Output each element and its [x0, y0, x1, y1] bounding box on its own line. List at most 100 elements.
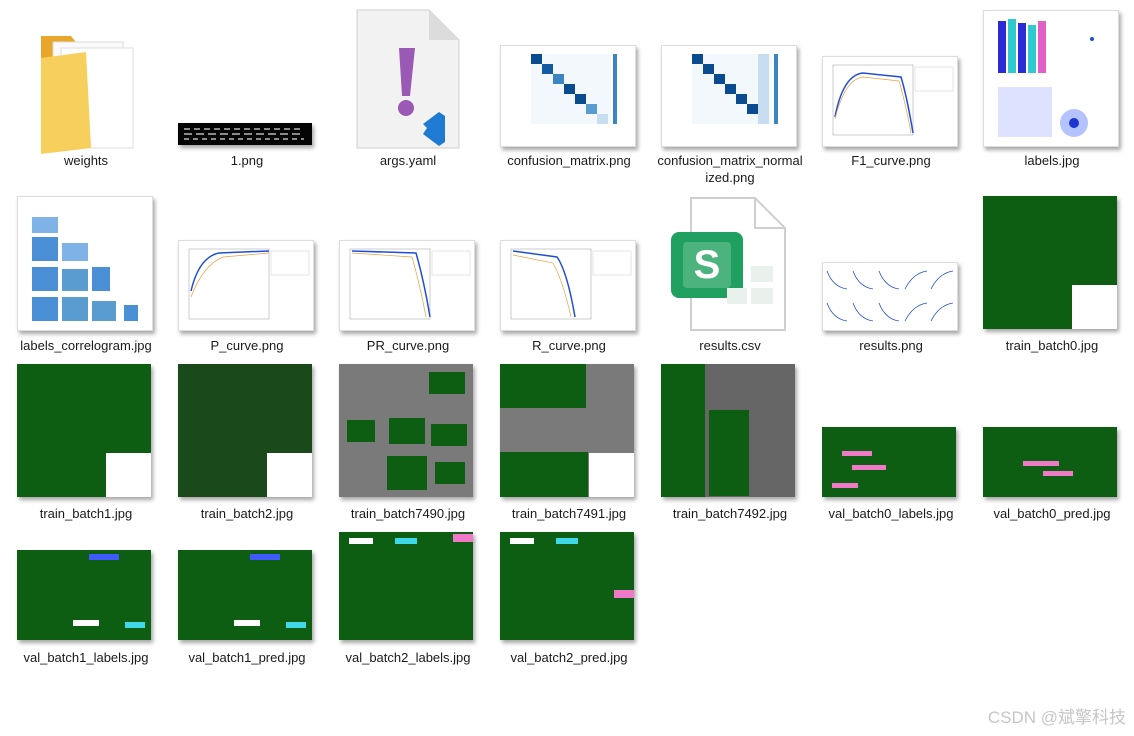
curve-preview: [510, 248, 632, 320]
file-label: weights: [63, 153, 109, 168]
image-thumbnail: [17, 196, 153, 331]
file-val-batch1-pred[interactable]: val_batch1_pred.jpg: [172, 528, 322, 693]
image-thumbnail: [983, 427, 1117, 497]
image-thumbnail: [17, 550, 151, 640]
label-box: [842, 451, 872, 456]
file-train-batch0[interactable]: train_batch0.jpg: [977, 192, 1127, 357]
file-r-curve[interactable]: R_curve.png: [494, 192, 644, 357]
image-thumbnail: [822, 427, 956, 497]
file-results-csv[interactable]: S results.csv: [655, 192, 805, 357]
pcb-tile: [709, 410, 749, 496]
file-val-batch2-pred[interactable]: val_batch2_pred.jpg: [494, 528, 644, 693]
file-pr-curve[interactable]: PR_curve.png: [333, 192, 483, 357]
label-box: [349, 538, 373, 544]
pcb-tile: [389, 418, 425, 444]
file-train-batch7492[interactable]: train_batch7492.jpg: [655, 360, 805, 525]
file-label: R_curve.png: [532, 338, 606, 353]
label-box: [125, 622, 145, 628]
pcb-tile: [544, 452, 588, 497]
file-label: args.yaml: [379, 153, 437, 168]
image-thumbnail: [822, 262, 958, 331]
pcb-tile: [429, 372, 465, 394]
file-f1-curve[interactable]: F1_curve.png: [816, 8, 966, 173]
file-label: P_curve.png: [210, 338, 284, 353]
image-thumbnail: [17, 364, 151, 497]
file-label: train_batch7490.jpg: [350, 506, 466, 521]
file-label-line1: confusion_matrix_normal: [657, 153, 803, 168]
white-corner-tile: [589, 453, 634, 497]
label-box: [89, 554, 119, 560]
spreadsheet-icon: S: [671, 197, 786, 331]
curve-preview: [832, 64, 954, 136]
image-thumbnail: [339, 240, 475, 331]
image-thumbnail: [339, 364, 473, 497]
image-thumbnail: [661, 364, 795, 497]
image-thumbnail: [983, 10, 1119, 147]
label-box: [614, 590, 634, 598]
file-val-batch2-labels[interactable]: val_batch2_labels.jpg: [333, 528, 483, 693]
white-corner-tile: [106, 453, 151, 497]
image-thumbnail: [178, 364, 312, 497]
white-corner-tile: [267, 453, 312, 497]
image-thumbnail: [339, 532, 473, 640]
file-train-batch7490[interactable]: train_batch7490.jpg: [333, 360, 483, 525]
file-val-batch1-labels[interactable]: val_batch1_labels.jpg: [11, 528, 161, 693]
file-labels-correlogram[interactable]: labels_correlogram.jpg: [11, 192, 161, 357]
file-label: val_batch1_labels.jpg: [23, 650, 149, 665]
file-label: val_batch1_pred.jpg: [188, 650, 306, 665]
label-box: [852, 465, 886, 470]
file-label: val_batch2_pred.jpg: [510, 650, 628, 665]
file-train-batch2[interactable]: train_batch2.jpg: [172, 360, 322, 525]
pcb-tile: [347, 420, 375, 442]
file-args-yaml[interactable]: args.yaml: [333, 8, 483, 173]
file-1-png[interactable]: 1.png: [172, 8, 322, 173]
label-box: [234, 620, 260, 626]
yaml-file-icon: [356, 9, 460, 149]
label-box: [1023, 461, 1059, 466]
file-label: val_batch2_labels.jpg: [345, 650, 471, 665]
file-labels-jpg[interactable]: labels.jpg: [977, 8, 1127, 173]
file-label: results.csv: [699, 338, 761, 353]
pcb-tile: [387, 456, 427, 490]
file-label: labels_correlogram.jpg: [20, 338, 152, 353]
label-box: [73, 620, 99, 626]
label-box: [286, 622, 306, 628]
file-label: val_batch0_pred.jpg: [993, 506, 1111, 521]
file-val-batch0-labels[interactable]: val_batch0_labels.jpg: [816, 360, 966, 525]
image-thumbnail: [661, 45, 797, 147]
file-label: train_batch7491.jpg: [511, 506, 627, 521]
file-train-batch7491[interactable]: train_batch7491.jpg: [494, 360, 644, 525]
file-confusion-matrix[interactable]: confusion_matrix.png: [494, 8, 644, 173]
file-p-curve[interactable]: P_curve.png: [172, 192, 322, 357]
file-confusion-matrix-normalized[interactable]: confusion_matrix_normal ized.png: [655, 8, 805, 185]
label-box: [453, 534, 473, 542]
labels-preview: [998, 19, 1094, 137]
file-label: train_batch1.jpg: [39, 506, 133, 521]
file-label: train_batch2.jpg: [200, 506, 294, 521]
label-box: [250, 554, 280, 560]
pcb-tile: [500, 452, 544, 497]
file-val-batch0-pred[interactable]: val_batch0_pred.jpg: [977, 360, 1127, 525]
pcb-tile: [431, 424, 467, 446]
file-label: F1_curve.png: [851, 153, 931, 168]
label-box: [395, 538, 417, 544]
terminal-text-lines: [184, 128, 304, 140]
label-box: [510, 538, 534, 544]
file-label-line2: ized.png: [705, 170, 755, 185]
folder-icon: [41, 36, 134, 154]
file-label: results.png: [859, 338, 923, 353]
white-corner-tile: [1072, 285, 1117, 329]
label-box: [1043, 471, 1073, 476]
file-results-png[interactable]: results.png: [816, 192, 966, 357]
file-train-batch1[interactable]: train_batch1.jpg: [11, 360, 161, 525]
pcb-tile: [435, 462, 465, 484]
curve-preview: [188, 248, 310, 320]
image-thumbnail: [500, 364, 634, 497]
file-label: val_batch0_labels.jpg: [828, 506, 954, 521]
file-weights[interactable]: weights: [11, 8, 161, 173]
confusion-matrix-preview: [692, 54, 778, 124]
svg-text:S: S: [694, 243, 721, 287]
file-label: 1.png: [230, 153, 264, 168]
image-thumbnail: [500, 45, 636, 147]
file-label: confusion_matrix.png: [507, 153, 631, 168]
